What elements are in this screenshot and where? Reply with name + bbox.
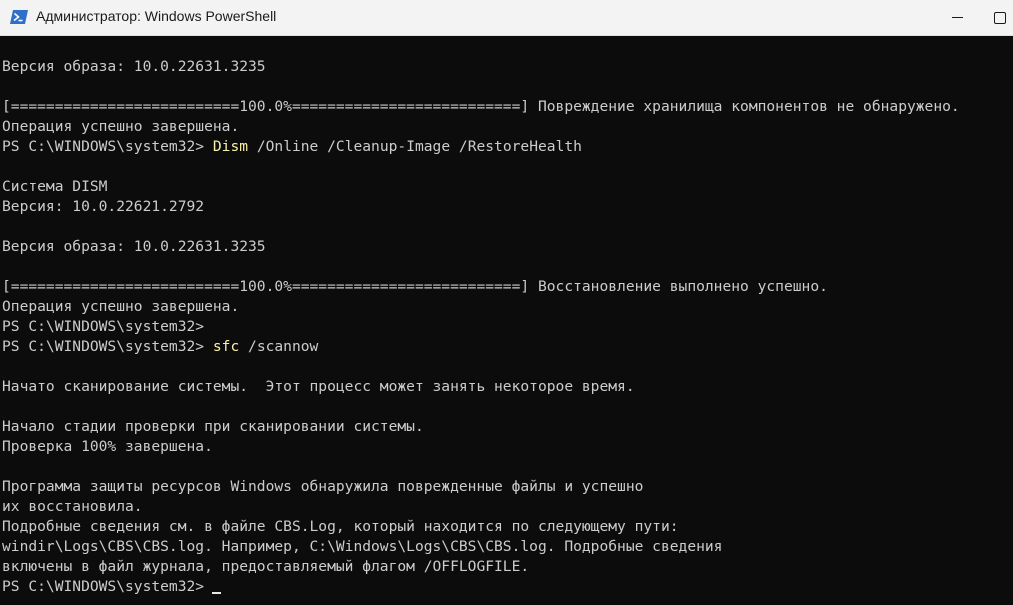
- terminal-output[interactable]: Версия образа: 10.0.22631.3235 [========…: [0, 57, 1013, 605]
- output-line: Начато сканирование системы. Этот процес…: [2, 378, 635, 395]
- minimize-icon: [951, 17, 963, 18]
- command-line: PS C:\WINDOWS\system32> Dism /Online /Cl…: [0, 137, 1013, 157]
- command-line: PS C:\WINDOWS\system32> sfc /scannow: [0, 337, 1013, 357]
- output-line: Версия образа: 10.0.22631.3235: [2, 58, 266, 75]
- command-name: sfc: [212, 338, 240, 355]
- prompt: PS C:\WINDOWS\system32>: [2, 338, 205, 355]
- output-line: [==========================100.0%=======…: [2, 278, 828, 295]
- title-bar[interactable]: Администратор: Windows PowerShell: [0, 0, 1013, 36]
- command-line[interactable]: PS C:\WINDOWS\system32>: [0, 577, 1013, 597]
- output-line: Версия образа: 10.0.22631.3235: [2, 238, 266, 255]
- output-line: PS C:\WINDOWS\system32>: [2, 318, 205, 335]
- output-line: Подробные сведения см. в файле CBS.Log, …: [2, 518, 679, 535]
- output-line: Программа защиты ресурсов Windows обнару…: [2, 478, 644, 495]
- prompt: PS C:\WINDOWS\system32>: [2, 578, 205, 595]
- command-args: /scannow: [239, 338, 319, 355]
- output-line: включены в файл журнала, предоставляемый…: [2, 558, 530, 575]
- powershell-window: Администратор: Windows PowerShell Версия…: [0, 0, 1013, 605]
- command-name: Dism: [212, 138, 249, 155]
- output-line: Начало стадии проверки при сканировании …: [2, 418, 424, 435]
- output-line: Операция успешно завершена.: [2, 118, 240, 135]
- output-line: Операция успешно завершена.: [2, 298, 240, 315]
- output-line: Проверка 100% завершена.: [2, 438, 213, 455]
- output-line: [==========================100.0%=======…: [2, 98, 960, 115]
- output-line: windir\Logs\CBS\CBS.log. Например, C:\Wi…: [2, 538, 723, 555]
- maximize-icon: [994, 12, 1006, 24]
- output-line: Система DISM: [2, 178, 108, 195]
- output-line: Версия: 10.0.22621.2792: [2, 198, 205, 215]
- powershell-icon: [10, 10, 28, 24]
- text-cursor: [212, 592, 222, 594]
- output-line: их восстановила.: [2, 498, 143, 515]
- command-args: /Online /Cleanup-Image /RestoreHealth: [248, 138, 582, 155]
- maximize-button[interactable]: [980, 0, 1013, 36]
- window-title: Администратор: Windows PowerShell: [36, 8, 277, 24]
- minimize-button[interactable]: [934, 0, 980, 36]
- prompt: PS C:\WINDOWS\system32>: [2, 138, 205, 155]
